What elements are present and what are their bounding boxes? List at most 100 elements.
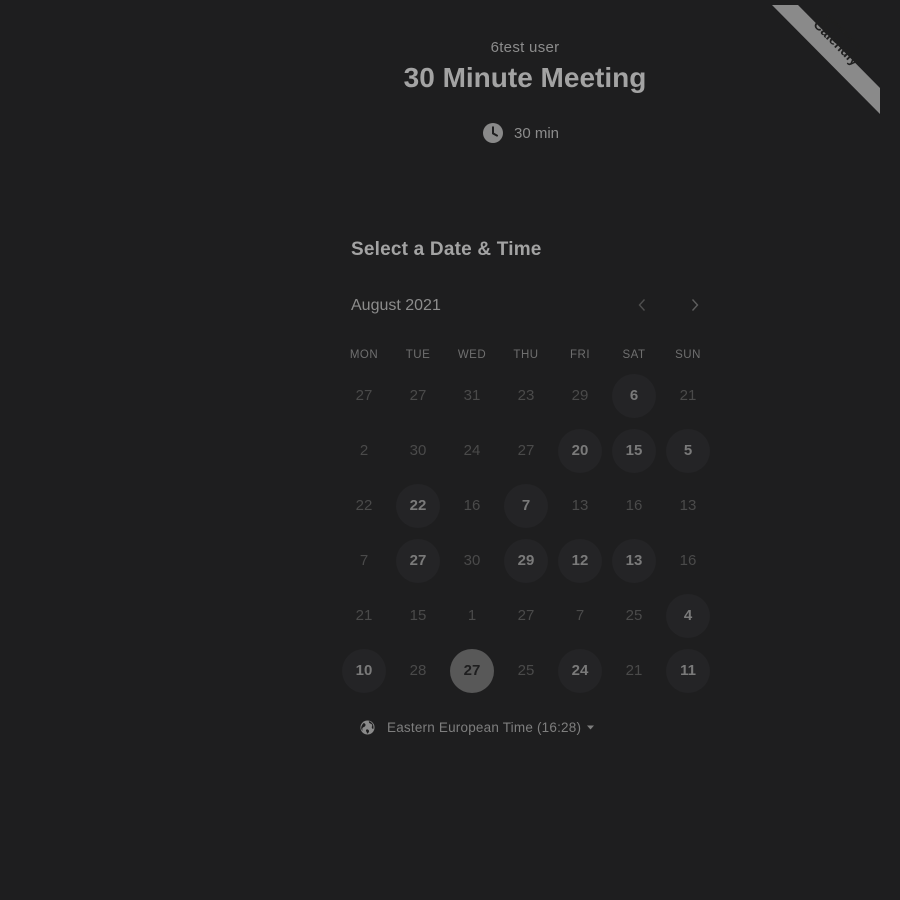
calendar-day-cell: 7 <box>499 478 553 533</box>
calendar-day-cell: 27 <box>499 588 553 643</box>
available-day-button[interactable]: 29 <box>504 538 548 583</box>
unavailable-day: 27 <box>517 442 535 459</box>
clock-icon <box>483 123 503 143</box>
unavailable-day: 16 <box>679 552 697 569</box>
calendar-day-cell: 29 <box>499 533 553 588</box>
calendar-day-cell: 10 <box>337 643 391 698</box>
calendar-day-cell: 11 <box>661 643 715 698</box>
unavailable-day: 23 <box>517 387 535 404</box>
host-name: 6test user <box>490 39 560 56</box>
available-day-button[interactable]: 24 <box>558 648 602 693</box>
calendar-day-cell: 20 <box>553 423 607 478</box>
chevron-left-icon <box>637 298 647 317</box>
calendar-day-cell: 27 <box>391 533 445 588</box>
unavailable-day: 21 <box>355 607 373 624</box>
calendar-day-cell: 24 <box>553 643 607 698</box>
prev-month-button[interactable] <box>630 296 654 318</box>
unavailable-day: 24 <box>463 442 481 459</box>
next-month-button[interactable] <box>683 296 707 318</box>
unavailable-day: 13 <box>571 497 589 514</box>
unavailable-day: 1 <box>467 607 477 624</box>
calendar-day-cell: 21 <box>607 643 661 698</box>
unavailable-day: 21 <box>625 662 643 679</box>
calendar-day-cell: 16 <box>661 533 715 588</box>
calendar-day-cell: 28 <box>391 643 445 698</box>
unavailable-day: 7 <box>359 552 369 569</box>
calendar-day-cell: 13 <box>661 478 715 533</box>
timezone-label: Eastern European Time (16:28) <box>387 719 582 735</box>
timezone-selector[interactable]: Eastern European Time (16:28) <box>360 717 595 737</box>
available-day-button[interactable]: 7 <box>504 483 548 528</box>
calendar-day-cell: 23 <box>499 368 553 423</box>
available-day-button[interactable]: 10 <box>342 648 386 693</box>
available-day-button[interactable]: 15 <box>612 428 656 473</box>
unavailable-day: 28 <box>409 662 427 679</box>
unavailable-day: 27 <box>409 387 427 404</box>
chevron-right-icon <box>690 298 700 317</box>
calendar-day-cell: 27 <box>499 423 553 478</box>
unavailable-day: 7 <box>575 607 585 624</box>
calendar-day-cell: 7 <box>337 533 391 588</box>
calendar-day-cell: 25 <box>607 588 661 643</box>
event-duration: 30 min <box>483 122 559 144</box>
weekday-label: WED <box>457 349 487 361</box>
unavailable-day: 30 <box>409 442 427 459</box>
selected-day-button[interactable]: 27 <box>450 648 494 693</box>
available-day-button[interactable]: 11 <box>666 648 710 693</box>
available-day-button[interactable]: 13 <box>612 538 656 583</box>
unavailable-day: 29 <box>571 387 589 404</box>
event-title: 30 Minute Meeting <box>403 62 647 93</box>
unavailable-day: 31 <box>463 387 481 404</box>
calendar-day-cell: 13 <box>607 533 661 588</box>
section-title: Select a Date & Time <box>351 239 542 260</box>
calendar-day-cell: 5 <box>661 423 715 478</box>
weekday-label: SUN <box>675 349 701 361</box>
calendar-day-cell: 29 <box>553 368 607 423</box>
calendar-day-cell: 30 <box>445 533 499 588</box>
available-day-button[interactable]: 4 <box>666 593 710 638</box>
unavailable-day: 15 <box>409 607 427 624</box>
calendar-day-cell: 22 <box>391 478 445 533</box>
unavailable-day: 25 <box>517 662 535 679</box>
available-day-button[interactable]: 12 <box>558 538 602 583</box>
unavailable-day: 16 <box>463 497 481 514</box>
month-label: August 2021 <box>351 297 441 314</box>
unavailable-day: 30 <box>463 552 481 569</box>
weekday-label: MON <box>349 349 379 361</box>
calendar-day-cell: 25 <box>499 643 553 698</box>
unavailable-day: 22 <box>355 497 373 514</box>
calendar-day-cell: 13 <box>553 478 607 533</box>
calendar-day-cell: 12 <box>553 533 607 588</box>
available-day-button[interactable]: 27 <box>396 538 440 583</box>
available-day-button[interactable]: 6 <box>612 373 656 418</box>
calendar-day-cell: 7 <box>553 588 607 643</box>
calendar-day-cell: 24 <box>445 423 499 478</box>
unavailable-day: 25 <box>625 607 643 624</box>
available-day-button[interactable]: 22 <box>396 483 440 528</box>
powered-by-calendly-badge[interactable]: POWERED BY Calendly <box>772 0 882 115</box>
calendar-day-cell: 21 <box>661 368 715 423</box>
unavailable-day: 21 <box>679 387 697 404</box>
duration-label: 30 min <box>514 124 560 142</box>
unavailable-day: 13 <box>679 497 697 514</box>
weekday-label: SAT <box>622 349 646 361</box>
unavailable-day: 27 <box>355 387 373 404</box>
calendar-day-cell: 31 <box>445 368 499 423</box>
available-day-button[interactable]: 20 <box>558 428 602 473</box>
calendar-day-cell: 15 <box>391 588 445 643</box>
calendar-day-cell: 21 <box>337 588 391 643</box>
calendar-day-cell: 27 <box>391 368 445 423</box>
weekday-label: TUE <box>405 349 431 361</box>
calendar-grid: 27 27 31 23 29 6 21 2 30 24 27 20 15 5 22 22 16 7 13 16 13 7 2… <box>337 368 715 698</box>
calendar-day-cell: 27 <box>445 643 499 698</box>
globe-icon <box>360 719 375 735</box>
calendar-day-cell: 16 <box>445 478 499 533</box>
caret-down-icon <box>587 725 595 730</box>
weekday-header: MON TUE WED THU FRI SAT SUN <box>337 349 715 361</box>
calendar-day-cell: 4 <box>661 588 715 643</box>
available-day-button[interactable]: 5 <box>666 428 710 473</box>
calendar-day-cell: 2 <box>337 423 391 478</box>
unavailable-day: 16 <box>625 497 643 514</box>
weekday-label: FRI <box>569 349 591 361</box>
weekday-label: THU <box>513 349 539 361</box>
